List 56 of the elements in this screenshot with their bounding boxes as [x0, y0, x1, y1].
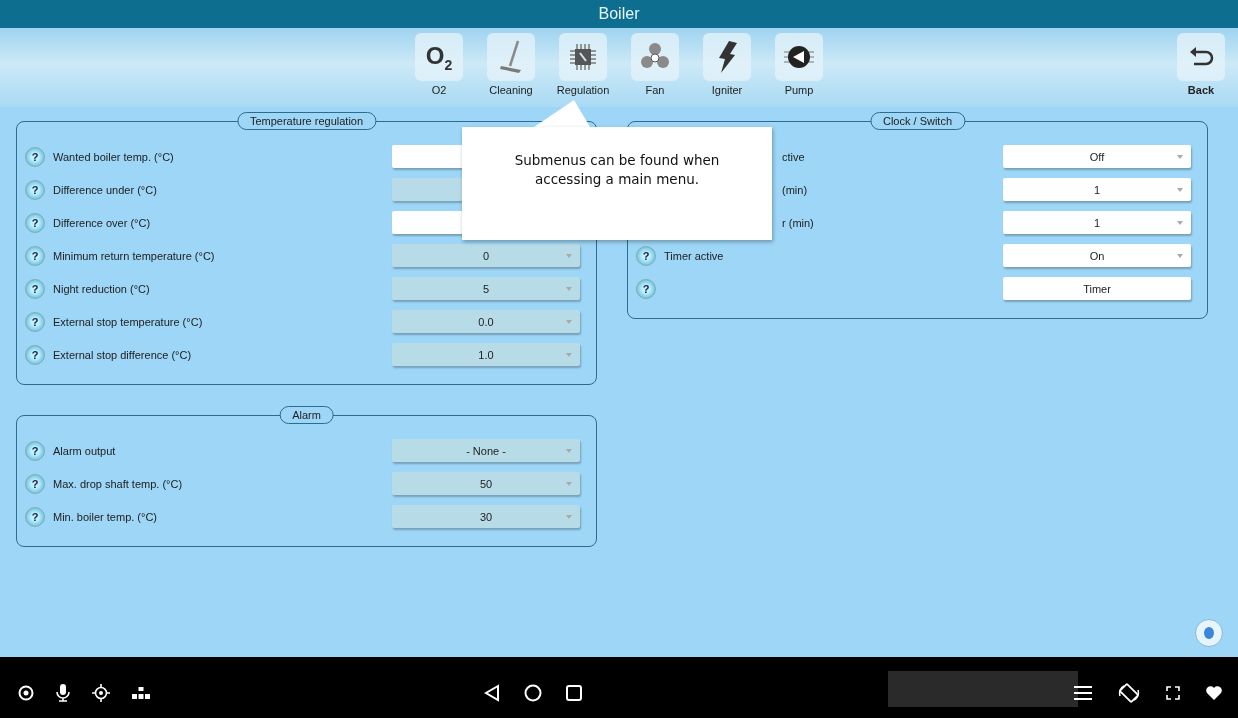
heart-icon[interactable] — [1206, 685, 1222, 700]
caret-icon — [566, 287, 572, 291]
oxygen-icon: O$_{2}$ — [425, 41, 453, 73]
microphone-icon[interactable] — [56, 683, 70, 702]
dropdown-field[interactable]: 1 — [1003, 178, 1191, 201]
caret-icon — [566, 482, 572, 486]
setting-label: Alarm output — [53, 444, 116, 457]
caret-icon — [566, 320, 572, 324]
setting-label: r (min) — [782, 216, 814, 229]
value-button[interactable]: Timer — [1003, 277, 1191, 300]
caret-icon — [566, 254, 572, 258]
panel-title: Temperature regulation — [236, 112, 377, 130]
callout-text: Submenus can be found when accessing a main menu. — [513, 151, 721, 189]
menu-icon[interactable] — [1074, 685, 1092, 700]
back-icon[interactable] — [484, 683, 500, 702]
caret-icon — [566, 515, 572, 519]
setting-label: Timer active — [664, 249, 724, 262]
chip-icon — [568, 42, 598, 72]
caret-icon — [1177, 188, 1183, 192]
caret-icon — [1177, 254, 1183, 258]
back-arrow-icon — [1188, 46, 1214, 68]
network-icon[interactable] — [132, 685, 150, 700]
target-circle-icon[interactable] — [18, 684, 34, 701]
help-icon[interactable]: ? — [25, 146, 45, 167]
setting-label: Night reduction (°C) — [53, 282, 150, 295]
broom-icon — [498, 40, 524, 74]
rotate-icon[interactable] — [1118, 681, 1140, 704]
caret-icon — [566, 449, 572, 453]
home-icon[interactable] — [524, 683, 542, 702]
panel-title: Clock / Switch — [869, 112, 966, 130]
help-icon[interactable]: ? — [636, 245, 656, 266]
setting-label: Minimum return temperature (°C) — [53, 249, 215, 262]
dropdown-field[interactable]: 1 — [1003, 211, 1191, 234]
setting-label: (min) — [782, 183, 808, 196]
window-title: Boiler — [598, 5, 640, 23]
setting-label: Wanted boiler temp. (°C) — [53, 150, 174, 163]
recent-apps-icon[interactable] — [566, 684, 582, 701]
help-icon[interactable]: ? — [25, 212, 45, 233]
panel-title: Alarm — [279, 406, 334, 424]
caret-icon — [1177, 221, 1183, 225]
setting-label: Min. boiler temp. (°C) — [53, 510, 158, 523]
floating-button[interactable] — [1195, 619, 1223, 647]
setting-label: ctive — [782, 150, 805, 163]
setting-label: External stop difference (°C) — [53, 348, 192, 361]
help-icon[interactable]: ? — [636, 278, 656, 299]
caret-icon — [1177, 155, 1183, 159]
dot-icon — [1203, 626, 1215, 640]
dropdown-field[interactable]: Off — [1003, 145, 1191, 168]
dropdown-field[interactable]: On — [1003, 244, 1191, 267]
crosshair-icon[interactable] — [92, 683, 110, 702]
setting-label: External stop temperature (°C) — [53, 315, 203, 328]
fullscreen-icon[interactable] — [1166, 685, 1180, 700]
setting-label: Difference over (°C) — [53, 216, 151, 229]
caret-icon — [566, 353, 572, 357]
setting-label: Max. drop shaft temp. (°C) — [53, 477, 183, 490]
setting-label: Difference under (°C) — [53, 183, 157, 196]
